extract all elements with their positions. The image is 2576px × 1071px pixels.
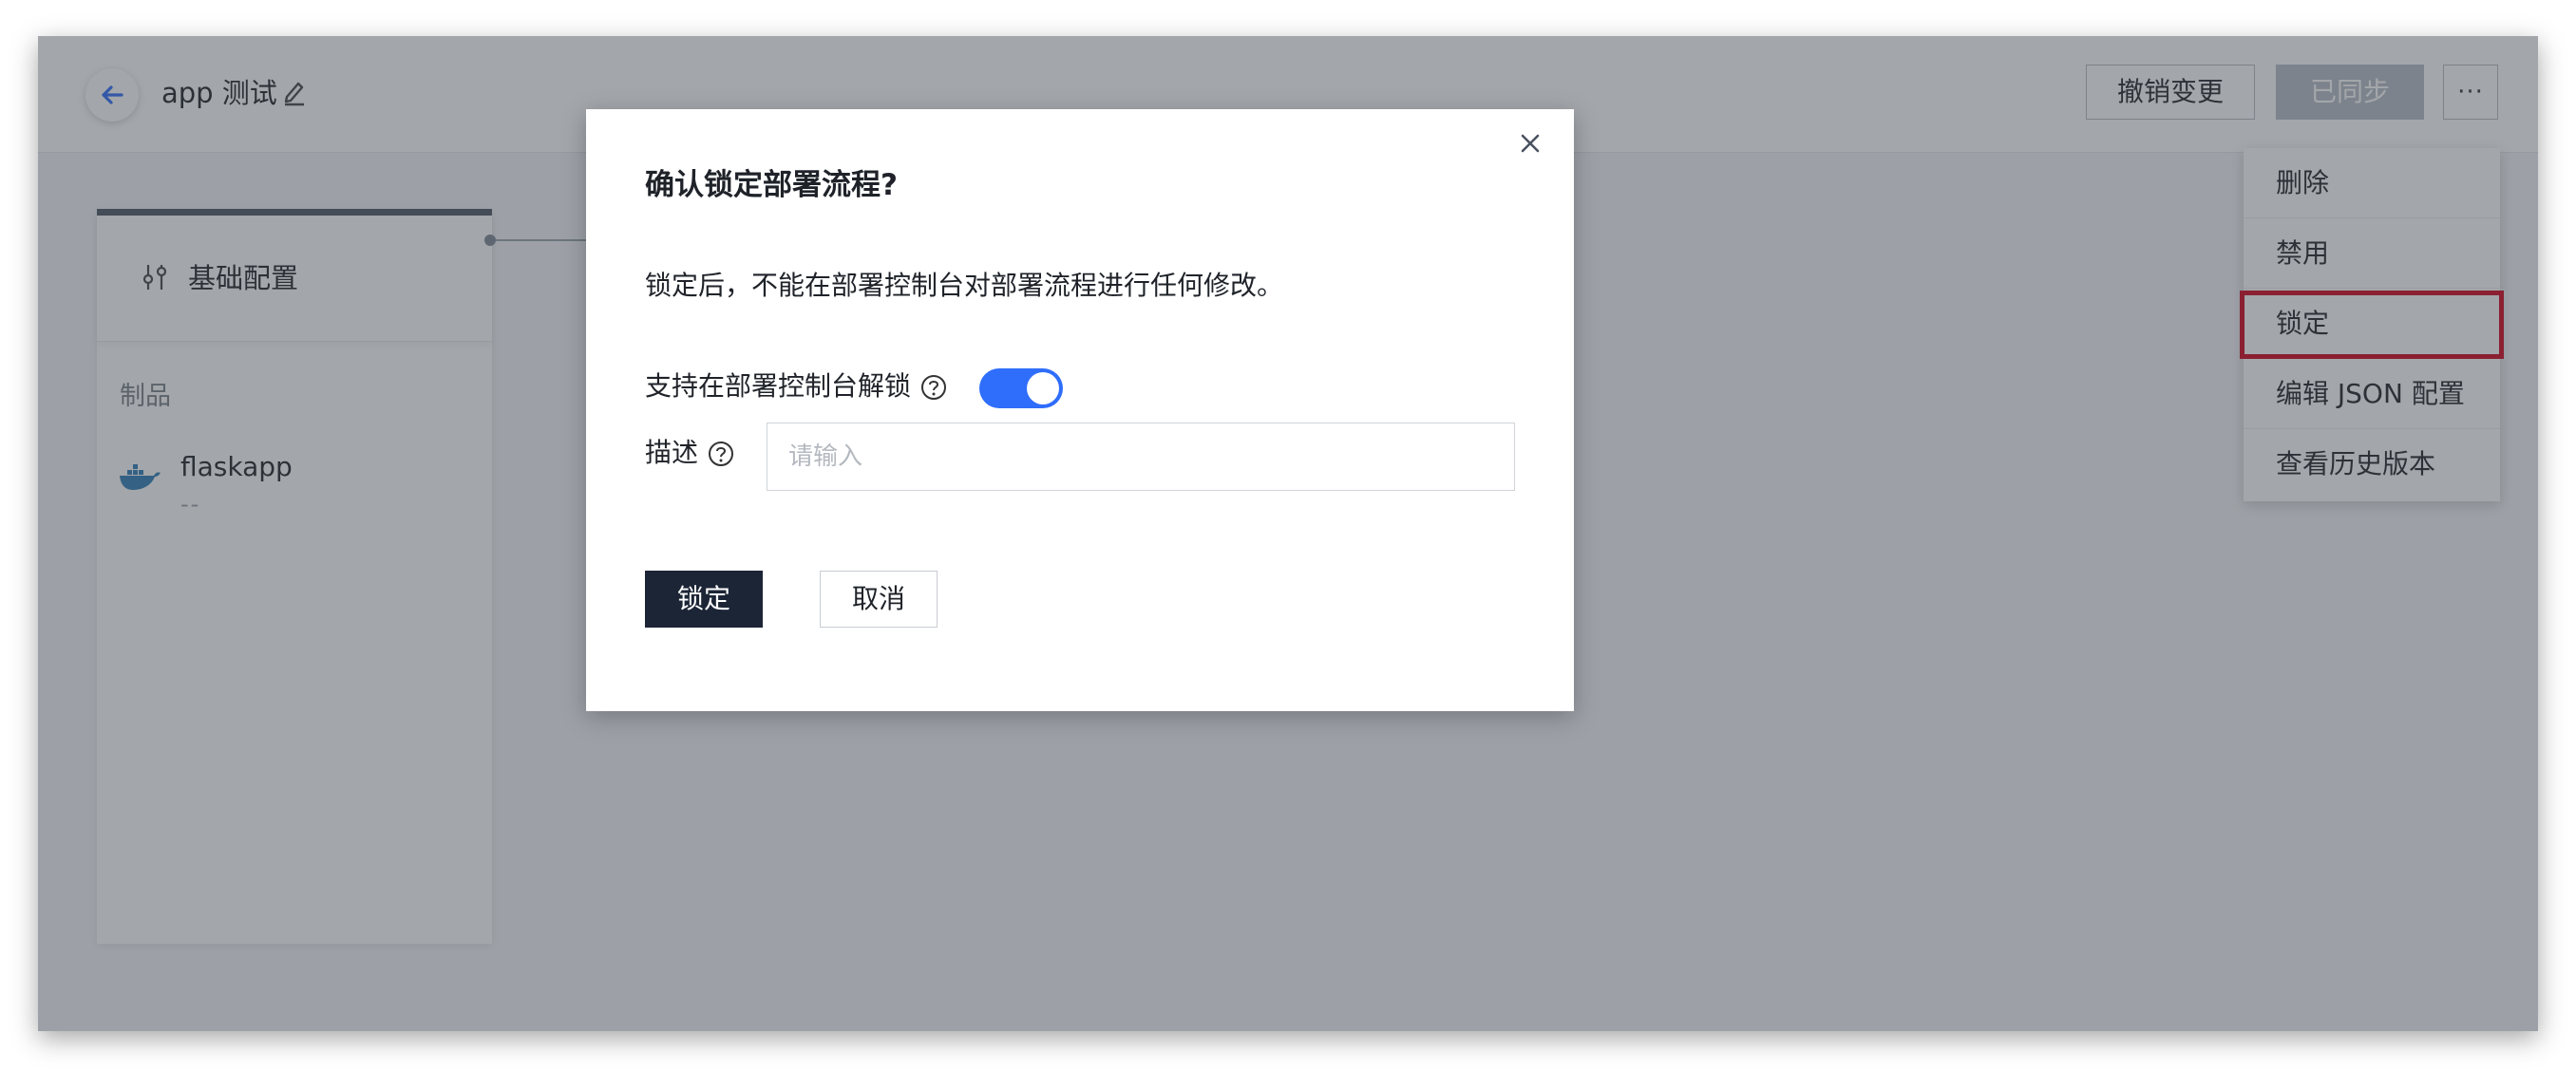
- cancel-button[interactable]: 取消: [820, 571, 938, 628]
- close-icon[interactable]: [1519, 132, 1542, 155]
- help-icon[interactable]: [920, 374, 947, 401]
- dialog-title: 确认锁定部署流程?: [645, 168, 898, 202]
- toggle-knob: [1027, 372, 1059, 404]
- unlock-toggle-label: 支持在部署控制台解锁: [645, 370, 912, 402]
- dialog-description: 锁定后，不能在部署控制台对部署流程进行任何修改。: [645, 270, 1284, 301]
- app-window: app 测试 撤销变更 已同步 ··· 基础配置 制品 flaskapp -- …: [38, 36, 2538, 1031]
- unlock-toggle[interactable]: [979, 368, 1063, 408]
- description-input[interactable]: [767, 423, 1515, 491]
- lock-confirm-dialog: 确认锁定部署流程? 锁定后，不能在部署控制台对部署流程进行任何修改。 支持在部署…: [586, 109, 1574, 711]
- confirm-lock-button[interactable]: 锁定: [645, 571, 763, 628]
- help-icon[interactable]: [708, 441, 734, 467]
- description-label: 描述: [645, 437, 699, 468]
